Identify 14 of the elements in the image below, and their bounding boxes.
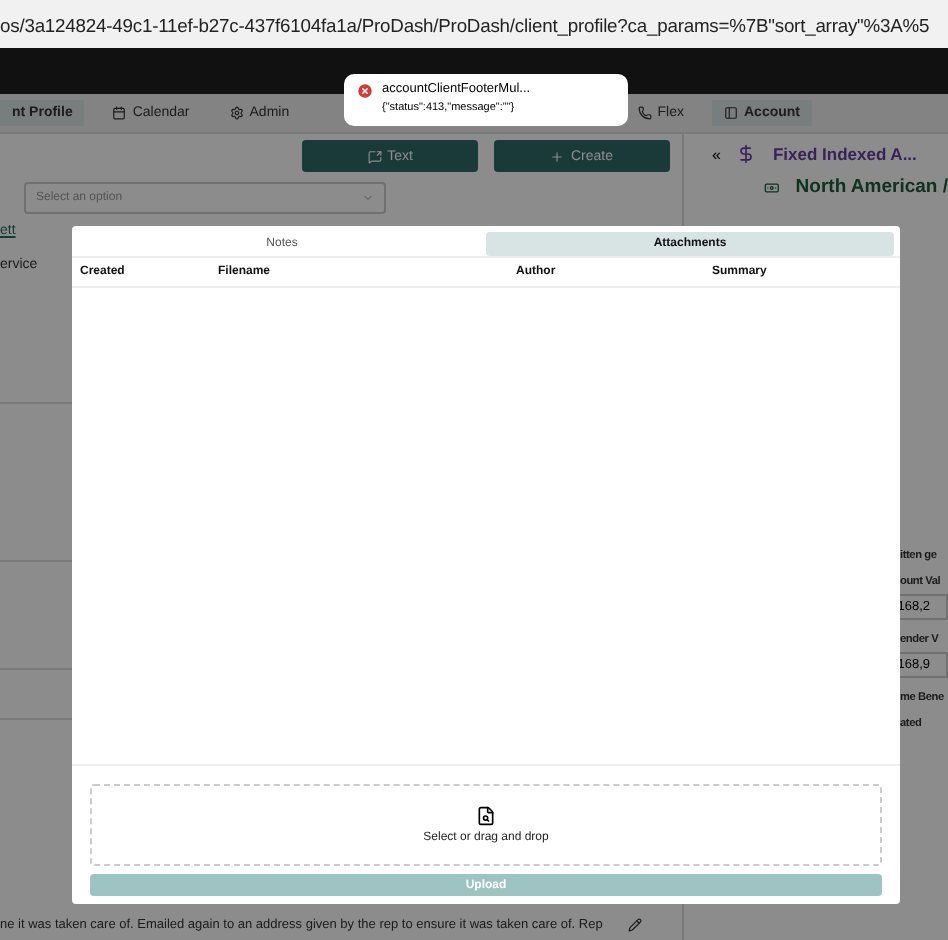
file-search-icon — [476, 806, 496, 826]
panel-icon — [724, 106, 738, 120]
message-icon — [367, 149, 382, 163]
settings-icon — [229, 106, 244, 120]
product-title: Fixed Indexed A... — [772, 144, 917, 164]
chevron-icon — [362, 192, 374, 204]
calendar-icon — [112, 106, 127, 120]
collapse-icon[interactable]: « — [712, 145, 721, 163]
edit-icon[interactable] — [628, 918, 642, 932]
plus-icon — [550, 149, 565, 163]
phone-icon — [637, 106, 652, 120]
error-icon — [356, 82, 374, 100]
money-icon — [764, 177, 780, 197]
company-title: North American / — [795, 176, 948, 198]
